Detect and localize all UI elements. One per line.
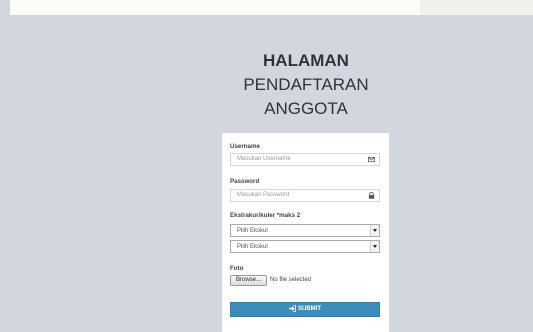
chevron-down-icon (370, 225, 379, 236)
envelope-icon (368, 156, 375, 163)
username-label: Username (230, 143, 260, 150)
submit-button[interactable]: SUBMIT (230, 302, 380, 317)
top-banner-shade (420, 0, 533, 15)
password-placeholder: Masukan Password (237, 192, 290, 198)
page-title-line2: PENDAFTARAN (243, 75, 369, 94)
chevron-down-icon (370, 241, 379, 252)
page-title-line1: HALAMAN (263, 51, 349, 70)
submit-label: SUBMIT (298, 306, 321, 312)
page-title-line3: ANGGOTA (264, 99, 348, 118)
lock-icon (368, 192, 375, 199)
ekskul-select-1[interactable]: Pilih Ekskul (230, 224, 380, 237)
ekskul-select-2-value: Pilih Ekskul (237, 243, 268, 250)
page-title: HALAMAN PENDAFTARAN ANGGOTA (223, 49, 389, 121)
ekskul-select-1-value: Pilih Ekskul (237, 227, 268, 234)
username-input[interactable]: Masukan Username (230, 153, 380, 166)
sign-in-icon (289, 305, 296, 312)
top-banner-corner (0, 0, 10, 15)
ekskul-label: Ekstrakurikuler *maks 2 (230, 212, 301, 219)
username-placeholder: Masukan Username (237, 156, 291, 162)
file-status: No file selected (270, 277, 312, 283)
ekskul-select-2[interactable]: Pilih Ekskul (230, 240, 380, 253)
browse-button[interactable]: Browse... (230, 275, 267, 286)
password-label: Password (230, 178, 260, 185)
foto-label: Foto (230, 265, 244, 272)
top-banner (0, 0, 533, 15)
password-input[interactable]: Masukan Password (230, 189, 380, 202)
